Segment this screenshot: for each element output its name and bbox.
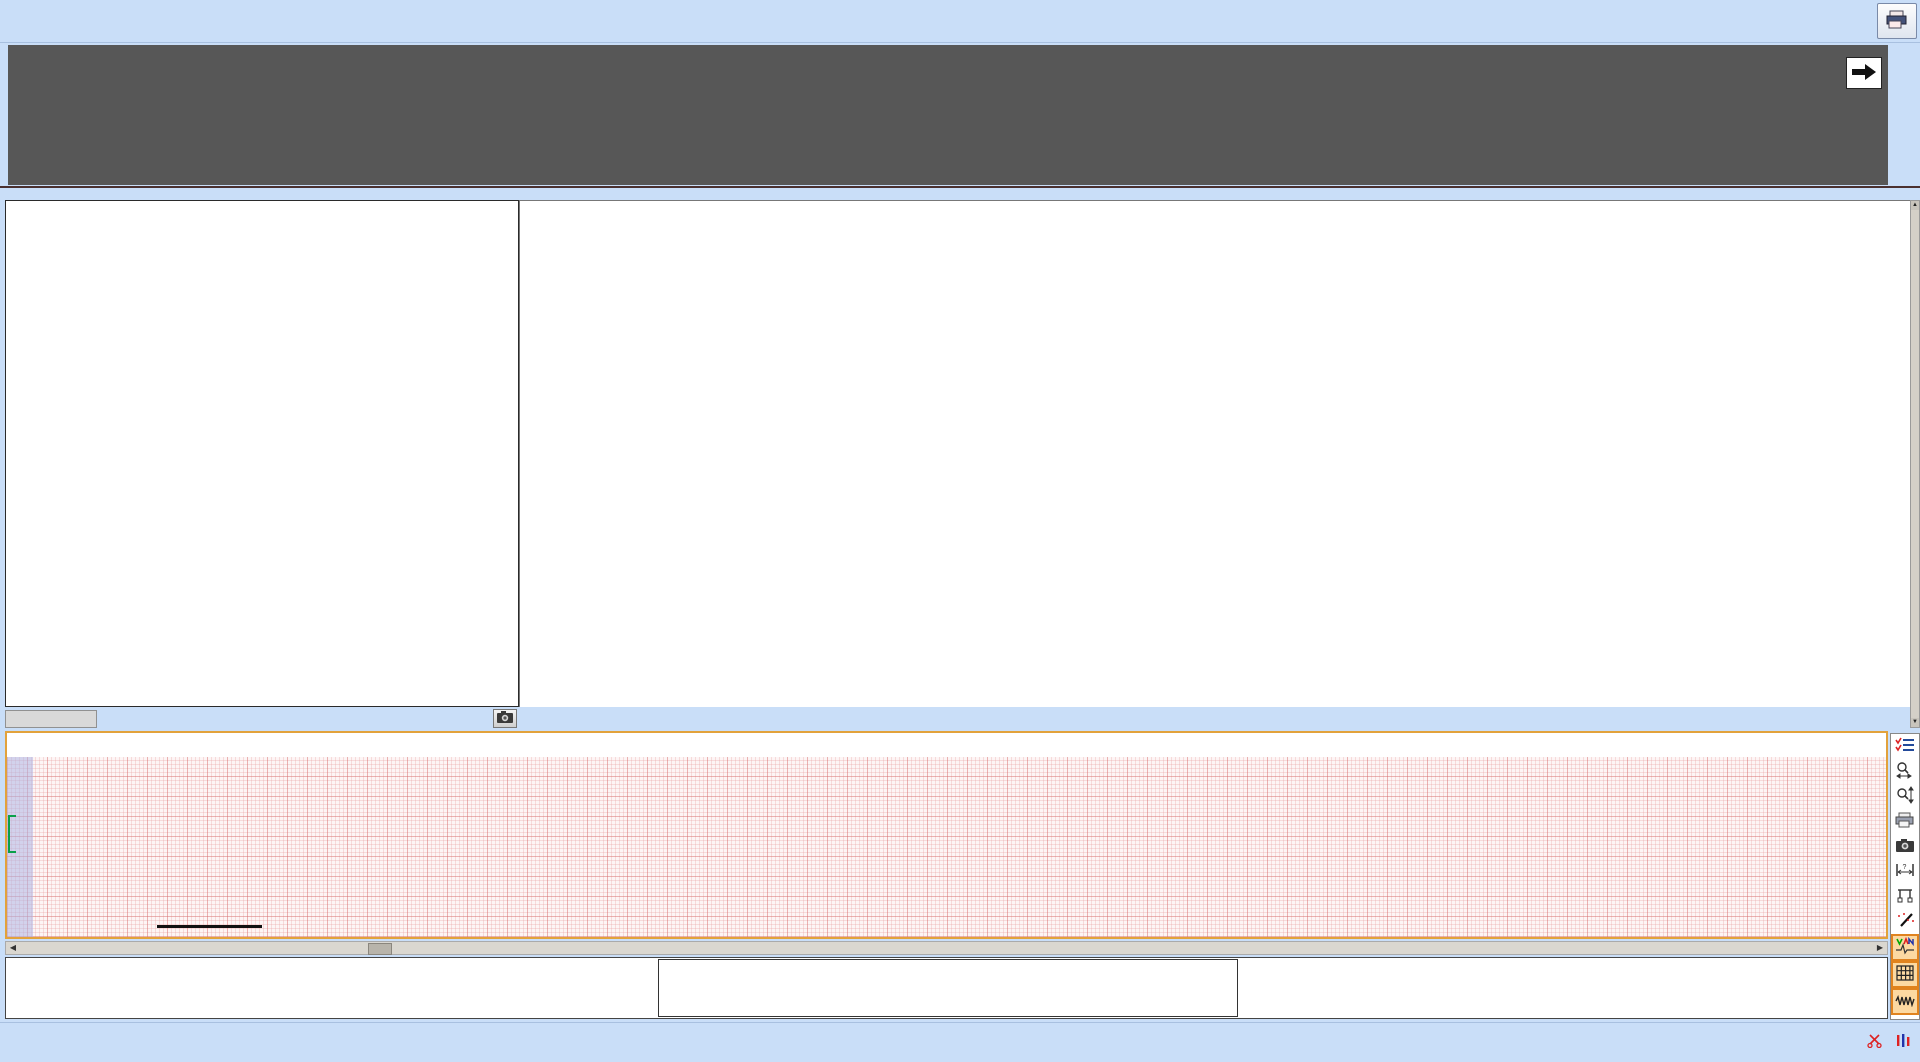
ecg-canvas: [7, 757, 307, 907]
zoom-horizontal-icon: [1895, 761, 1915, 782]
delete-beats-button[interactable]: [1867, 1033, 1882, 1053]
caliper-icon: [1895, 887, 1915, 906]
scissors-icon: [1867, 1033, 1882, 1053]
zoom-vertical-icon: [1895, 786, 1915, 807]
grid-scroll-down-icon[interactable]: ▼: [1911, 718, 1919, 727]
grid-scrollbar[interactable]: ▲ ▼: [1910, 200, 1920, 728]
beat-marks-button[interactable]: [1896, 1033, 1910, 1053]
arrow-right-icon: [1851, 62, 1877, 85]
lorenz-filter-row: [5, 709, 519, 730]
waveform-toggle-button[interactable]: [1891, 988, 1919, 1015]
quadrant-mode-box[interactable]: [5, 710, 97, 728]
ecg-paper[interactable]: [7, 757, 1886, 937]
trend-next-button[interactable]: [1846, 57, 1882, 89]
trend-canvas: [8, 45, 308, 195]
lorenz-plot-panel[interactable]: [5, 200, 519, 707]
ecg-scale-bar: [157, 925, 262, 928]
scroll-left-icon[interactable]: ◀: [6, 942, 20, 954]
snapshot-button[interactable]: [1891, 834, 1919, 859]
zoom-vertical-button[interactable]: [1891, 784, 1919, 809]
hr-trend-panel[interactable]: [8, 45, 1888, 185]
strip-grid: [519, 200, 1910, 707]
ecg-overview-strip[interactable]: [5, 957, 1888, 1019]
tab-bar: [0, 0, 1920, 43]
beat-type-button[interactable]: [1891, 934, 1919, 961]
trend-y-scale: [1890, 45, 1920, 185]
bottom-toolbar: [0, 1022, 1920, 1062]
beat-type-icon: [1895, 937, 1915, 958]
ecg-window[interactable]: [5, 731, 1888, 939]
beat-annotation-row: [7, 733, 1886, 757]
holter-app-window: ▲ ▼ ? ◀ ▶: [0, 0, 1920, 1062]
print-strip-button[interactable]: [1891, 809, 1919, 834]
overview-selection-box[interactable]: [658, 959, 1238, 1017]
grid-icon: [1896, 965, 1914, 984]
printer-icon: [1885, 10, 1909, 33]
beat-list-button[interactable]: [1891, 734, 1919, 759]
caliper-question-icon: ?: [1895, 862, 1915, 881]
printer-icon: [1895, 812, 1915, 831]
sve-wand-button[interactable]: [1891, 909, 1919, 934]
caliper-button[interactable]: [1891, 884, 1919, 909]
measure-interval-button[interactable]: ?: [1891, 859, 1919, 884]
grid-scroll-up-icon[interactable]: ▲: [1911, 201, 1919, 210]
ecg-horizontal-scrollbar[interactable]: ◀ ▶: [5, 941, 1888, 955]
ecg-tool-column: ?: [1890, 733, 1920, 1020]
svg-text:?: ?: [1903, 864, 1907, 871]
magic-wand-icon: [1895, 912, 1915, 932]
print-button[interactable]: [1877, 3, 1917, 39]
waveform-icon: [1895, 993, 1915, 1010]
zoom-horizontal-button[interactable]: [1891, 759, 1919, 784]
scroll-thumb[interactable]: [368, 943, 392, 955]
lorenz-canvas[interactable]: [6, 201, 306, 351]
camera-icon: [497, 711, 513, 726]
calibration-mark: [8, 815, 16, 853]
lorenz-snapshot-button[interactable]: [493, 709, 517, 728]
camera-icon: [1896, 839, 1914, 855]
scroll-right-icon[interactable]: ▶: [1873, 942, 1887, 954]
checklist-icon: [1895, 736, 1915, 757]
grid-toggle-button[interactable]: [1891, 961, 1919, 988]
beat-marks-icon: [1896, 1033, 1910, 1053]
